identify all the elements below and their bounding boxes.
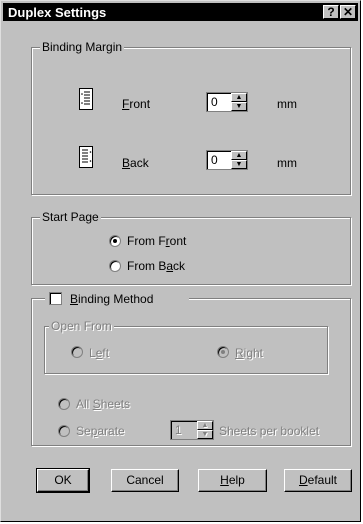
- back-label: Back: [122, 156, 149, 170]
- help-title-button[interactable]: ?: [323, 5, 339, 19]
- start-page-label: Start Page: [40, 210, 101, 224]
- back-up-arrow-icon[interactable]: ▲: [231, 151, 247, 160]
- sheets-down-arrow-icon[interactable]: ▼: [197, 430, 213, 439]
- from-front-label: From Front: [127, 234, 187, 248]
- front-label: Front: [122, 97, 151, 111]
- open-from-right-label: Right: [235, 346, 264, 360]
- front-margin-stepper[interactable]: 0 ▲ ▼: [206, 92, 248, 112]
- all-sheets-radio[interactable]: [58, 398, 70, 410]
- front-binding-icon: [79, 88, 93, 110]
- sheets-per-booklet-stepper[interactable]: 1 ▲ ▼: [170, 420, 214, 440]
- back-margin-value[interactable]: 0: [211, 153, 218, 167]
- default-button[interactable]: Default: [284, 469, 352, 492]
- front-margin-value[interactable]: 0: [211, 95, 218, 109]
- from-front-radio[interactable]: [109, 235, 121, 247]
- front-down-arrow-icon[interactable]: ▼: [231, 102, 247, 111]
- from-back-radio[interactable]: [109, 260, 121, 272]
- back-margin-stepper[interactable]: 0 ▲ ▼: [206, 150, 248, 170]
- open-from-right-radio[interactable]: [217, 346, 229, 358]
- open-from-left-label: Left: [89, 346, 110, 360]
- front-unit: mm: [277, 97, 297, 111]
- open-from-left-radio[interactable]: [71, 346, 83, 358]
- open-from-label: Open From: [49, 319, 114, 333]
- sheets-up-arrow-icon[interactable]: ▲: [197, 421, 213, 430]
- question-icon: ?: [327, 5, 335, 19]
- ok-button[interactable]: OK: [36, 468, 90, 493]
- back-binding-icon: [79, 146, 93, 168]
- close-button[interactable]: ✕: [340, 5, 356, 19]
- from-back-label: From Back: [127, 259, 186, 273]
- duplex-settings-dialog: Duplex Settings ? ✕ Binding Margin Front…: [0, 0, 361, 522]
- all-sheets-label: All Sheets: [76, 397, 131, 411]
- back-unit: mm: [277, 156, 297, 170]
- cancel-button[interactable]: Cancel: [111, 469, 179, 492]
- open-from-group: Open From: [44, 319, 328, 374]
- back-down-arrow-icon[interactable]: ▼: [231, 160, 247, 169]
- start-page-group: Start Page: [31, 210, 351, 285]
- binding-method-label: Binding Method: [70, 292, 154, 306]
- dialog-title: Duplex Settings: [8, 5, 107, 20]
- sheets-per-booklet-label: Sheets per booklet: [219, 424, 320, 438]
- binding-method-checkbox[interactable]: [49, 292, 62, 305]
- binding-margin-label: Binding Margin: [40, 40, 125, 54]
- title-bar: Duplex Settings ? ✕: [3, 3, 358, 21]
- sheets-per-booklet-value[interactable]: 1: [175, 423, 182, 437]
- binding-margin-group: Binding Margin: [31, 40, 351, 195]
- separate-radio[interactable]: [58, 425, 70, 437]
- front-up-arrow-icon[interactable]: ▲: [231, 93, 247, 102]
- separate-label: Separate: [76, 424, 125, 438]
- close-icon: ✕: [342, 5, 354, 19]
- help-button[interactable]: Help: [198, 469, 267, 492]
